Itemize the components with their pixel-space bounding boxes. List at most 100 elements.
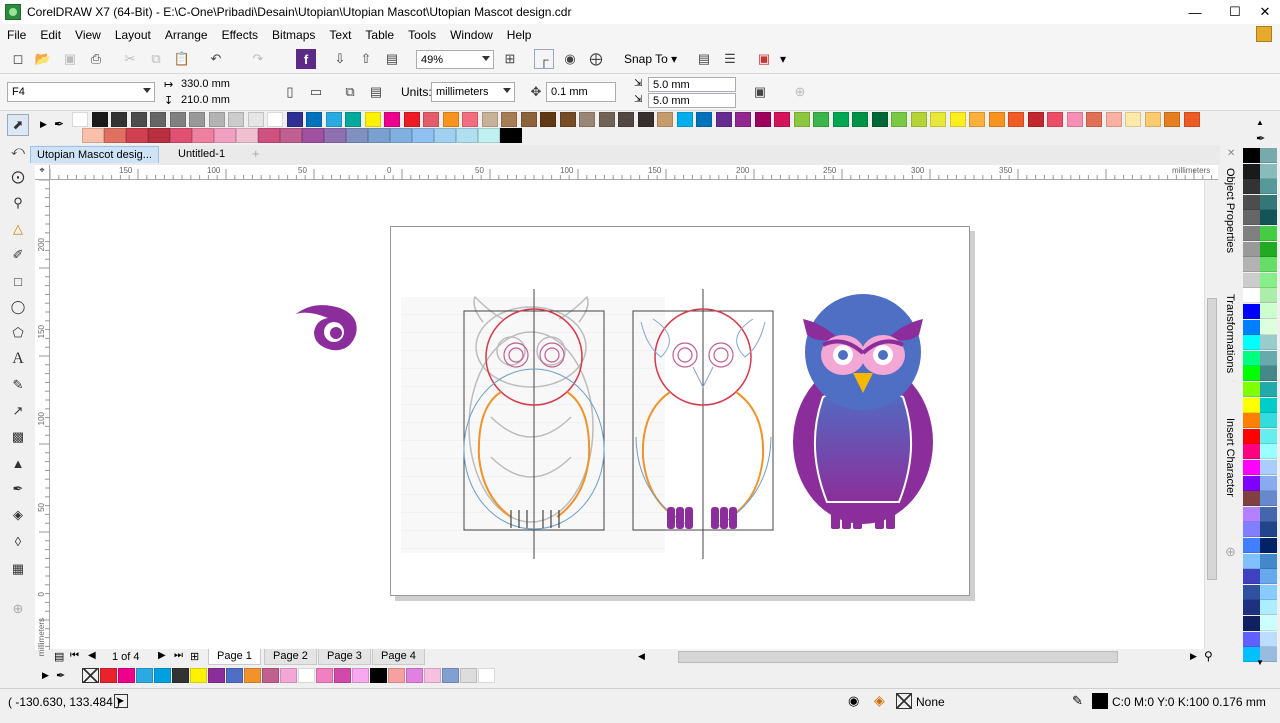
next-page-icon[interactable]: ▶: [158, 650, 166, 661]
nudge-distance-field[interactable]: 0.1 mm: [546, 82, 616, 102]
color-swatch[interactable]: [1260, 600, 1277, 616]
menu-tools[interactable]: Tools: [401, 28, 443, 42]
interactive-fill-icon[interactable]: ◈: [7, 504, 29, 526]
final-owl-mascot[interactable]: [793, 294, 933, 529]
scroll-right-icon[interactable]: ▶: [1190, 651, 1197, 662]
color-swatch[interactable]: [1164, 112, 1180, 127]
page-width-field[interactable]: 330.0 mm: [177, 76, 253, 92]
tab-utopian-mascot[interactable]: Utopian Mascot desig...: [30, 146, 159, 163]
color-swatch[interactable]: [871, 112, 888, 127]
document-color-swatch[interactable]: [388, 668, 405, 683]
add-page-icon[interactable]: ⊞: [190, 650, 199, 663]
add-docker-icon[interactable]: ⊕: [1225, 544, 1236, 560]
import-icon[interactable]: ⇩: [330, 49, 350, 69]
color-swatch[interactable]: [598, 112, 615, 127]
color-swatch[interactable]: [1260, 397, 1277, 413]
color-swatch[interactable]: [1260, 335, 1277, 351]
text-tool-icon[interactable]: A: [7, 348, 29, 370]
add-plus-icon[interactable]: ⊕: [790, 82, 810, 102]
color-swatch[interactable]: [930, 112, 946, 127]
new-tab-icon[interactable]: +: [246, 146, 266, 163]
color-swatch[interactable]: [1260, 257, 1277, 273]
color-swatch[interactable]: [1260, 444, 1277, 460]
color-swatch[interactable]: [1260, 460, 1277, 475]
color-swatch[interactable]: [793, 112, 810, 127]
first-page-icon[interactable]: ⏮: [70, 650, 79, 661]
welcome-screen-icon[interactable]: ▤: [694, 49, 714, 69]
color-swatch[interactable]: [1260, 319, 1277, 335]
color-swatch[interactable]: [579, 112, 595, 127]
open-folder-icon[interactable]: 📂: [33, 49, 53, 69]
save-icon[interactable]: ▣: [60, 49, 80, 69]
color-swatch[interactable]: [390, 128, 412, 143]
color-swatch[interactable]: [302, 128, 324, 143]
corel-connect-icon[interactable]: [1256, 26, 1272, 42]
color-swatch[interactable]: [1260, 350, 1277, 366]
color-swatch[interactable]: [170, 128, 192, 143]
smart-fill-icon[interactable]: ◊: [7, 530, 29, 552]
color-swatch[interactable]: [1243, 460, 1260, 475]
color-proofing-icon[interactable]: ◉: [848, 693, 859, 709]
document-color-swatch[interactable]: [136, 668, 153, 683]
color-swatch[interactable]: [130, 112, 147, 127]
color-swatch[interactable]: [236, 128, 258, 143]
show-grid-icon[interactable]: ⨁: [586, 49, 606, 69]
color-swatch[interactable]: [192, 128, 214, 143]
color-swatch[interactable]: [368, 128, 390, 143]
document-color-swatch[interactable]: [352, 668, 369, 683]
color-swatch[interactable]: [1047, 112, 1063, 127]
document-palette-arrow-icon[interactable]: ▶: [42, 670, 49, 681]
color-swatch[interactable]: [657, 112, 673, 127]
menu-window[interactable]: Window: [443, 28, 500, 42]
status-play-icon[interactable]: ▶: [114, 694, 128, 708]
export-icon[interactable]: ⇧: [356, 49, 376, 69]
color-swatch[interactable]: [1243, 413, 1260, 429]
minimize-button[interactable]: —: [1178, 0, 1212, 24]
color-swatch[interactable]: [1243, 397, 1260, 413]
document-color-swatch[interactable]: [478, 668, 495, 683]
color-swatch[interactable]: [1260, 241, 1277, 257]
all-pages-icon[interactable]: ⧉: [340, 82, 360, 102]
color-swatch[interactable]: [126, 128, 148, 143]
portrait-icon[interactable]: ▯: [280, 82, 300, 102]
color-swatch[interactable]: [696, 112, 712, 127]
full-screen-preview-icon[interactable]: ◉: [560, 49, 580, 69]
rectangle-tool-icon[interactable]: □: [7, 270, 29, 292]
color-swatch[interactable]: [1243, 335, 1260, 351]
document-color-swatch[interactable]: [370, 668, 387, 683]
document-color-swatch[interactable]: [316, 668, 333, 683]
color-swatch[interactable]: [456, 128, 478, 143]
previous-page-icon[interactable]: ◀: [88, 650, 96, 661]
color-swatch[interactable]: [1243, 179, 1260, 195]
menu-help[interactable]: Help: [500, 28, 539, 42]
palette-eyedropper-icon[interactable]: ✒: [1256, 132, 1265, 145]
color-swatch[interactable]: [813, 112, 829, 127]
color-swatch[interactable]: [949, 112, 966, 127]
color-swatch[interactable]: [208, 112, 225, 127]
landscape-icon[interactable]: ▭: [306, 82, 326, 102]
horizontal-ruler[interactable]: 150 100 50 0 50 100 150 200 250 300 350 …: [50, 165, 1218, 180]
vertical-scrollbar[interactable]: [1204, 180, 1218, 650]
ellipse-tool-icon[interactable]: ◯: [7, 296, 29, 318]
menu-file[interactable]: File: [0, 28, 33, 42]
document-color-swatch[interactable]: [226, 668, 243, 683]
document-color-swatch[interactable]: [172, 668, 189, 683]
menu-edit[interactable]: Edit: [33, 28, 68, 42]
color-swatch[interactable]: [1027, 112, 1044, 127]
color-swatch[interactable]: [1260, 538, 1277, 553]
docker-tab-transformations[interactable]: Transformations: [1224, 294, 1236, 373]
color-swatch[interactable]: [325, 112, 342, 127]
color-swatch[interactable]: [1105, 112, 1122, 127]
vertical-ruler[interactable]: 200 150 100 50 0 millimeters: [35, 180, 50, 656]
color-swatch[interactable]: [1260, 382, 1277, 397]
color-swatch[interactable]: [462, 112, 478, 127]
color-swatch[interactable]: [91, 112, 108, 127]
color-swatch[interactable]: [1243, 241, 1260, 257]
color-swatch[interactable]: [412, 128, 434, 143]
color-swatch[interactable]: [148, 128, 170, 143]
color-swatch[interactable]: [481, 112, 498, 127]
color-swatch[interactable]: [1144, 112, 1161, 127]
color-swatch[interactable]: [540, 112, 556, 127]
menu-effects[interactable]: Effects: [215, 28, 265, 42]
menu-text[interactable]: Text: [322, 28, 358, 42]
